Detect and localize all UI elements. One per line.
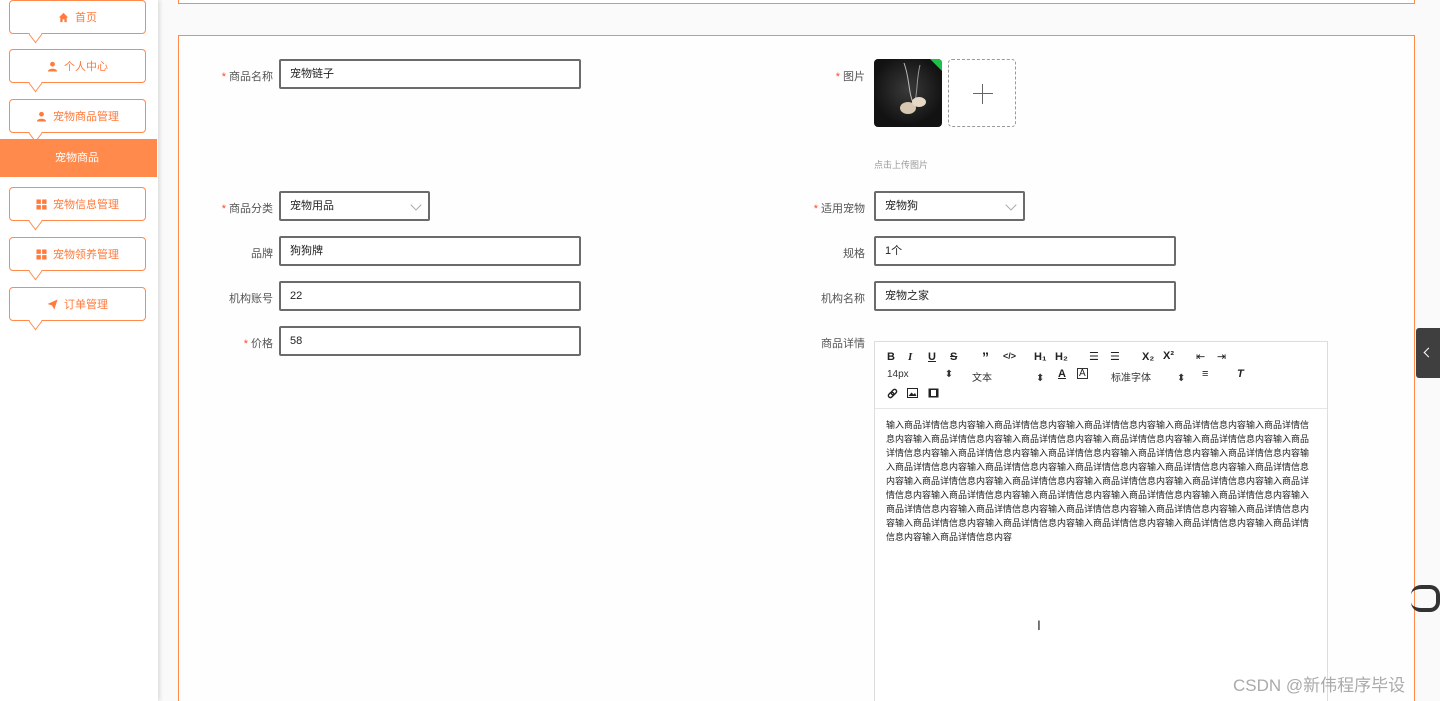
category-select[interactable]: 宠物用品 bbox=[279, 191, 430, 221]
pet-label: * 适用宠物 bbox=[813, 203, 865, 215]
sidebar-item-product-mgmt[interactable]: 宠物商品管理 bbox=[9, 99, 146, 133]
chevron-down-icon bbox=[410, 199, 422, 211]
updown-icon: ⬍ bbox=[944, 369, 954, 380]
block-type-select[interactable]: 文本 ⬍ bbox=[972, 369, 1044, 384]
name-input[interactable]: 宠物链子 bbox=[279, 59, 581, 89]
sidebar-subitem-label: 宠物商品 bbox=[55, 152, 99, 164]
sidebar: 首页 个人中心 宠物商品管理 宠物商品 宠物信息管理 宠物领养管理 订单管理 bbox=[0, 0, 158, 701]
plus-icon bbox=[973, 93, 993, 94]
underline-button[interactable]: U bbox=[928, 351, 936, 363]
sidebar-subitem-pet-products[interactable]: 宠物商品 bbox=[0, 139, 157, 177]
ordered-list-icon[interactable]: ☰ bbox=[1089, 350, 1099, 363]
font-size-select[interactable]: 14px ⬍ bbox=[887, 369, 953, 380]
grid-icon bbox=[36, 248, 47, 260]
chevron-down-icon bbox=[1005, 199, 1017, 211]
updown-icon: ⬍ bbox=[1036, 373, 1045, 384]
sidebar-item-home[interactable]: 首页 bbox=[9, 0, 146, 34]
block-type-value: 文本 bbox=[972, 373, 992, 384]
product-form: * 商品名称 宠物链子 * 图片 点击上传图片 * 商品分类 宠物用品 * 适用宠物 宠… bbox=[178, 35, 1415, 701]
font-family-value: 标准字体 bbox=[1111, 373, 1151, 384]
chevron-left-icon bbox=[1423, 347, 1434, 358]
code-icon[interactable]: </> bbox=[1003, 351, 1016, 361]
category-value: 宠物用品 bbox=[290, 200, 334, 212]
clear-format-icon[interactable]: T bbox=[1237, 368, 1244, 380]
bullet-list-icon[interactable]: ☰ bbox=[1110, 350, 1120, 363]
header2-button[interactable]: H₂ bbox=[1055, 351, 1068, 363]
upload-image-button[interactable] bbox=[948, 59, 1016, 127]
spec-input[interactable]: 1个 bbox=[874, 236, 1176, 266]
sidebar-item-label: 个人中心 bbox=[64, 61, 108, 73]
align-icon[interactable]: ≡ bbox=[1202, 368, 1208, 380]
product-photo bbox=[900, 59, 942, 114]
italic-button[interactable]: I bbox=[908, 351, 912, 363]
org-input[interactable]: 宠物之家 bbox=[874, 281, 1176, 311]
sidebar-item-orders[interactable]: 订单管理 bbox=[9, 287, 146, 321]
background-color-icon[interactable]: A bbox=[1077, 368, 1088, 379]
editor-toolbar: B I U S ” </> H₁ H₂ ☰ ☰ X₂ X² ⇤ ⇥ 14px ⬍ … bbox=[875, 342, 1327, 409]
account-label: 机构账号 bbox=[229, 293, 273, 305]
font-family-select[interactable]: 标准字体 ⬍ bbox=[1111, 369, 1185, 384]
user-icon bbox=[36, 111, 47, 122]
sidebar-item-label: 宠物商品管理 bbox=[53, 111, 119, 123]
collapse-side-tab[interactable] bbox=[1416, 328, 1440, 378]
indent-icon[interactable]: ⇥ bbox=[1217, 350, 1226, 363]
font-size-value: 14px bbox=[887, 369, 909, 380]
video-icon[interactable] bbox=[928, 388, 939, 398]
font-color-icon[interactable]: A bbox=[1058, 368, 1066, 380]
spec-label: 规格 bbox=[843, 248, 865, 260]
price-label: * 价格 bbox=[243, 338, 273, 350]
bold-button[interactable]: B bbox=[887, 351, 895, 363]
sidebar-item-personal[interactable]: 个人中心 bbox=[9, 49, 146, 83]
sidebar-item-label: 宠物信息管理 bbox=[53, 199, 119, 211]
home-icon bbox=[58, 12, 69, 22]
rich-text-editor: B I U S ” </> H₁ H₂ ☰ ☰ X₂ X² ⇤ ⇥ 14px ⬍ … bbox=[874, 341, 1328, 701]
send-icon bbox=[47, 298, 58, 310]
superscript-button[interactable]: X² bbox=[1163, 350, 1174, 362]
blockquote-icon[interactable]: ” bbox=[982, 349, 989, 365]
name-label: * 商品名称 bbox=[221, 71, 273, 83]
subscript-button[interactable]: X₂ bbox=[1142, 351, 1154, 363]
text-cursor-icon: I bbox=[1037, 617, 1041, 633]
pet-value: 宠物狗 bbox=[885, 200, 918, 212]
top-panel bbox=[178, 0, 1415, 4]
user-icon bbox=[47, 61, 58, 72]
account-input[interactable]: 22 bbox=[279, 281, 581, 311]
sidebar-item-label: 首页 bbox=[75, 12, 97, 24]
category-label: * 商品分类 bbox=[221, 203, 273, 215]
image-icon[interactable] bbox=[907, 388, 918, 398]
outdent-icon[interactable]: ⇤ bbox=[1196, 350, 1205, 363]
product-image-thumbnail[interactable] bbox=[874, 59, 942, 127]
org-label: 机构名称 bbox=[821, 293, 865, 305]
header1-button[interactable]: H₁ bbox=[1034, 351, 1047, 363]
upload-hint: 点击上传图片 bbox=[874, 160, 929, 170]
editor-content[interactable]: 输入商品详情信息内容输入商品详情信息内容输入商品详情信息内容输入商品详情信息内容… bbox=[886, 418, 1316, 544]
sidebar-item-adoption[interactable]: 宠物领养管理 bbox=[9, 237, 146, 271]
image-label: * 图片 bbox=[835, 71, 865, 83]
price-input[interactable]: 58 bbox=[279, 326, 581, 356]
detail-label: 商品详情 bbox=[821, 338, 865, 350]
plus-icon-vertical bbox=[982, 84, 983, 104]
link-icon[interactable] bbox=[887, 388, 898, 399]
strike-button[interactable]: S bbox=[950, 351, 957, 363]
pet-select[interactable]: 宠物狗 bbox=[874, 191, 1025, 221]
sidebar-item-label: 宠物领养管理 bbox=[53, 249, 119, 261]
updown-icon: ⬍ bbox=[1177, 373, 1186, 384]
partial-logo-icon bbox=[1411, 585, 1440, 612]
brand-input[interactable]: 狗狗牌 bbox=[279, 236, 581, 266]
watermark: CSDN @新伟程序毕设 bbox=[1233, 676, 1406, 695]
brand-label: 品牌 bbox=[251, 248, 273, 260]
grid-icon bbox=[36, 198, 47, 210]
sidebar-item-label: 订单管理 bbox=[64, 299, 108, 311]
sidebar-item-pet-info[interactable]: 宠物信息管理 bbox=[9, 187, 146, 221]
